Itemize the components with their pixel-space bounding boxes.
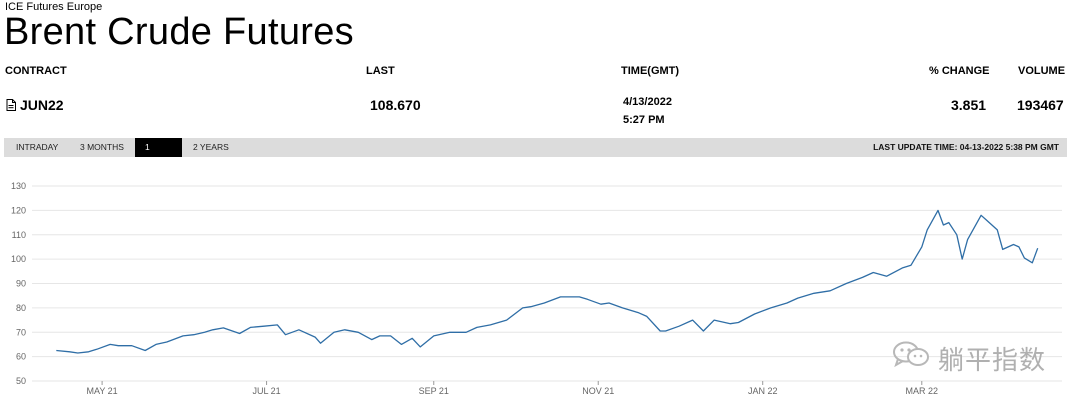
tab-intraday[interactable]: INTRADAY (6, 138, 68, 157)
tab-1-year[interactable]: 1 YEAR (135, 138, 182, 171)
y-tick-label: 100 (11, 254, 26, 264)
contract-cell[interactable]: JUN22 (6, 97, 64, 114)
y-tick-label: 110 (12, 230, 26, 240)
price-series-line (56, 209, 1039, 354)
y-tick-label: 130 (11, 181, 26, 191)
volume-value: 193467 (1017, 97, 1064, 113)
document-icon[interactable] (6, 98, 16, 114)
header-contract: CONTRACT (5, 65, 67, 77)
header-time: TIME(GMT) (621, 65, 680, 77)
y-tick-label: 60 (16, 352, 26, 362)
x-tick-label: JUL 21 (252, 386, 280, 396)
range-toolbar: INTRADAY 3 MONTHS 1 YEAR 2 YEARS LAST UP… (4, 138, 1067, 171)
y-tick-label: 90 (16, 279, 26, 289)
y-tick-label: 120 (11, 205, 26, 215)
time-value: 5:27 PM (623, 114, 665, 126)
tab-2-years[interactable]: 2 YEARS (183, 138, 239, 157)
date-value: 4/13/2022 (623, 96, 672, 108)
watermark-text: 躺平指数 (938, 346, 1047, 376)
contract-value: JUN22 (20, 97, 64, 113)
last-value: 108.670 (370, 97, 421, 113)
y-tick-label: 50 (16, 376, 26, 386)
wechat-icon (892, 340, 932, 373)
x-tick-label: MAY 21 (87, 386, 118, 396)
x-tick-label: JAN 22 (748, 386, 778, 396)
header-last: LAST (366, 65, 395, 77)
change-value: 3.851 (951, 97, 987, 113)
y-tick-label: 70 (16, 327, 26, 337)
last-update-time: LAST UPDATE TIME: 04-13-2022 5:38 PM GMT (873, 142, 1059, 152)
tab-3-months[interactable]: 3 MONTHS (70, 138, 134, 157)
x-tick-label: MAR 22 (906, 386, 939, 396)
header-change: % CHANGE (929, 65, 990, 77)
y-tick-label: 80 (16, 303, 26, 313)
page-title: Brent Crude Futures (4, 11, 354, 53)
x-tick-label: SEP 21 (419, 386, 449, 396)
x-tick-label: NOV 21 (582, 386, 614, 396)
header-volume: VOLUME (1018, 65, 1066, 77)
